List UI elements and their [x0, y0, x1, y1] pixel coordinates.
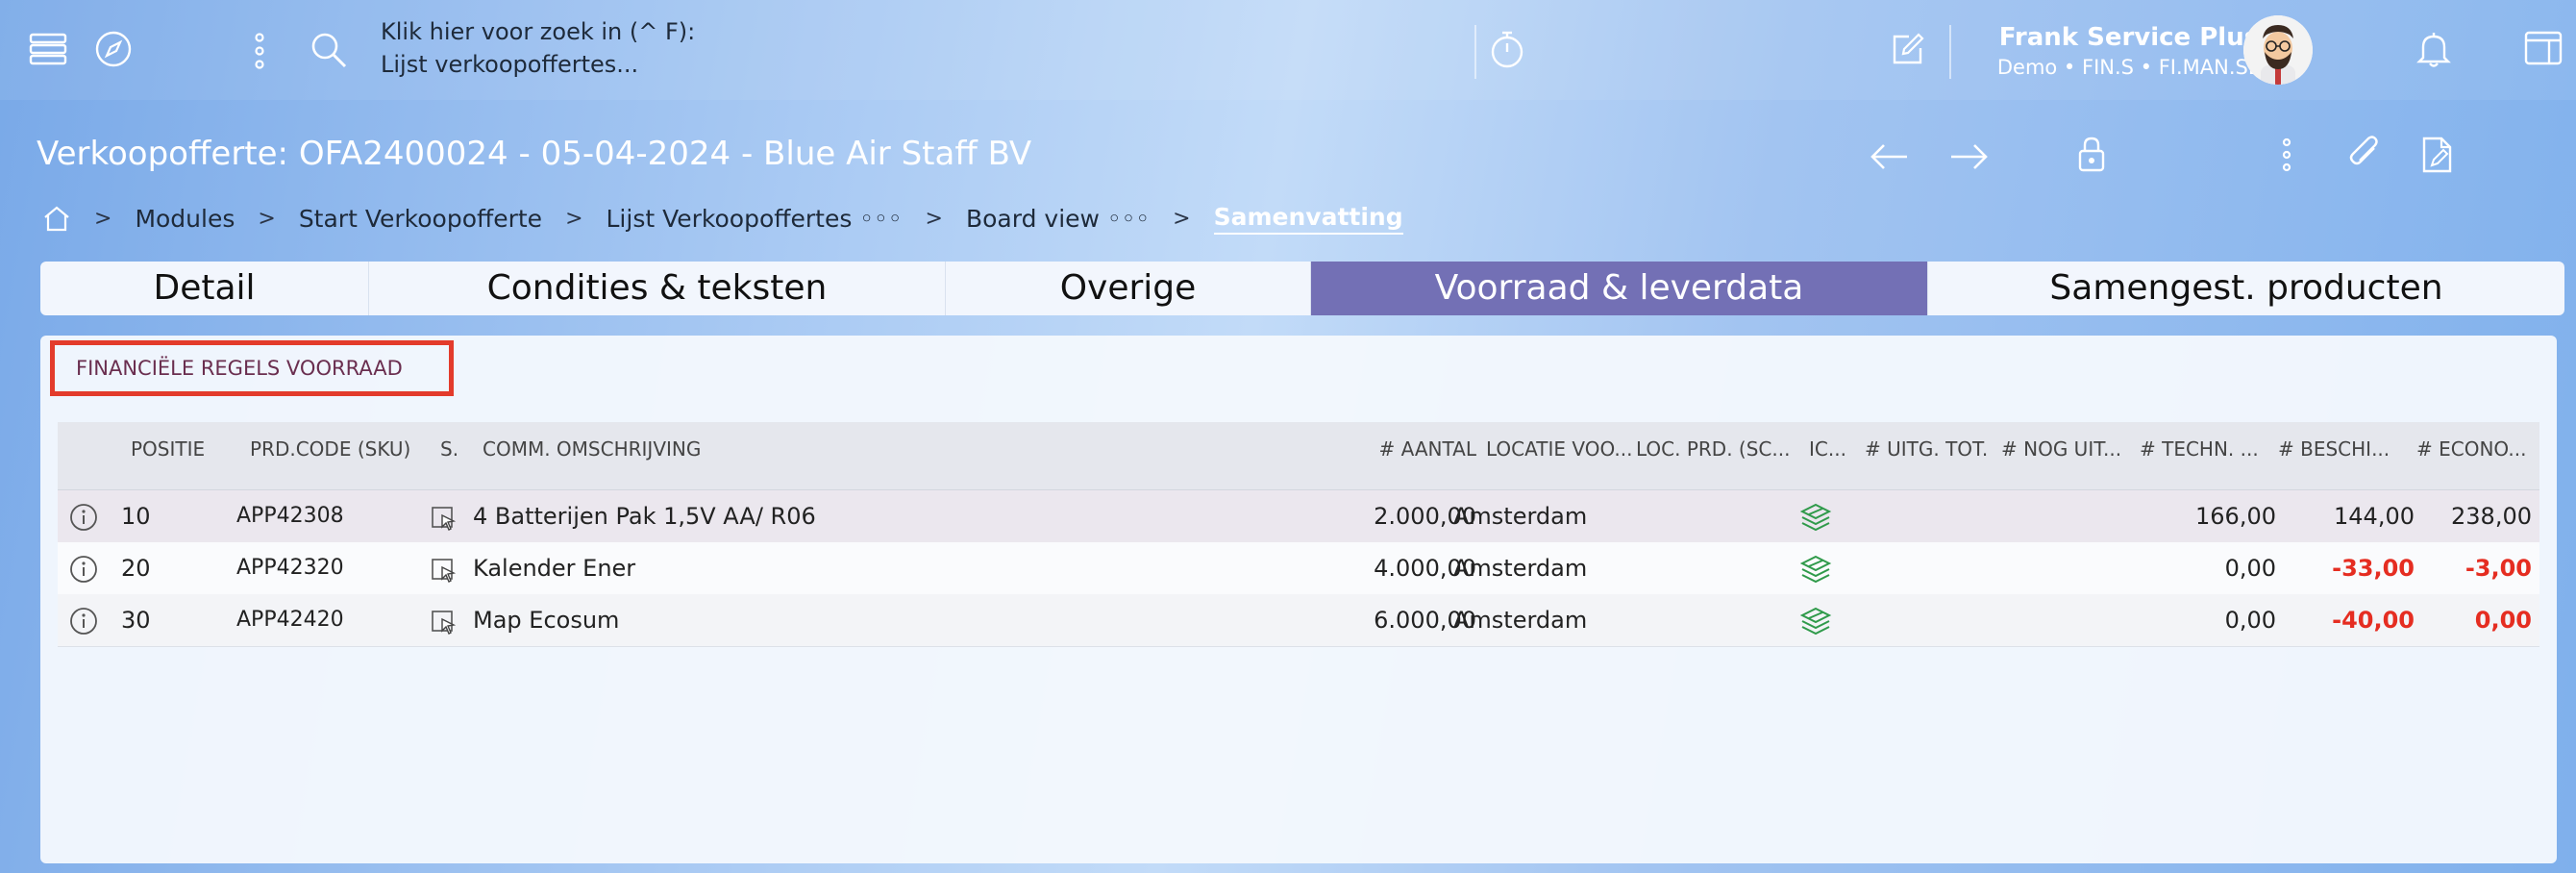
- info-icon[interactable]: [69, 503, 98, 532]
- breadcrumb-start-verkoopofferte[interactable]: Start Verkoopofferte: [299, 205, 542, 233]
- breadcrumb: > Modules > Start Verkoopofferte > Lijst…: [42, 199, 1403, 237]
- breadcrumb-separator: >: [94, 206, 112, 231]
- cell-locatie: Amsterdam: [1453, 555, 1588, 582]
- breadcrumb-samenvatting[interactable]: Samenvatting: [1213, 203, 1403, 235]
- cell-econo: 0,00: [2474, 607, 2532, 634]
- col-loc-prd[interactable]: LOC. PRD. (SC...: [1636, 437, 1790, 461]
- tab-bar: Detail Condities & teksten Overige Voorr…: [40, 262, 2564, 315]
- cell-econo: 238,00: [2451, 503, 2532, 530]
- table-row[interactable]: 10 APP42308 4 Batterijen Pak 1,5V AA/ R0…: [58, 490, 2539, 543]
- cell-positie: 10: [121, 503, 151, 530]
- more-vertical-icon[interactable]: [252, 32, 267, 70]
- col-techn[interactable]: # TECHN. ...: [2140, 437, 2259, 461]
- search-box[interactable]: Klik hier voor zoek in (^ F): Lijst verk…: [381, 15, 695, 81]
- breadcrumb-lijst-verkoopoffertes[interactable]: Lijst Verkoopoffertes ◦◦◦: [607, 205, 903, 233]
- stock-layers-icon[interactable]: [1799, 502, 1832, 535]
- cell-techn: 166,00: [2195, 503, 2276, 530]
- paperclip-icon[interactable]: [2345, 135, 2384, 173]
- top-bar: Klik hier voor zoek in (^ F): Lijst verk…: [0, 0, 2576, 100]
- col-omschrijving[interactable]: COMM. OMSCHRIJVING: [483, 437, 701, 461]
- select-product-icon[interactable]: [431, 610, 456, 635]
- compass-icon[interactable]: [94, 30, 133, 68]
- cell-econo: -3,00: [2465, 555, 2532, 582]
- arrow-right-icon[interactable]: [1949, 142, 1990, 171]
- col-locatie[interactable]: LOCATIE VOO...: [1486, 437, 1632, 461]
- breadcrumb-separator: >: [258, 206, 276, 231]
- tab-voorraad-leverdata[interactable]: Voorraad & leverdata: [1311, 262, 1928, 315]
- lock-icon[interactable]: [2076, 135, 2107, 173]
- tab-condities-teksten[interactable]: Condities & teksten: [369, 262, 946, 315]
- section-highlight: FINANCIËLE REGELS VOORRAAD: [50, 340, 454, 396]
- table-header: POSITIE PRD.CODE (SKU) S. COMM. OMSCHRIJ…: [58, 422, 2539, 490]
- col-nog-uit[interactable]: # NOG UIT...: [2001, 437, 2121, 461]
- col-positie[interactable]: POSITIE: [131, 437, 205, 461]
- cell-positie: 20: [121, 555, 151, 582]
- page-title: Verkoopofferte: OFA2400024 - 05-04-2024 …: [37, 135, 1032, 173]
- select-product-icon[interactable]: [431, 558, 456, 583]
- more-vertical-icon[interactable]: [2280, 137, 2293, 173]
- home-icon[interactable]: [42, 205, 71, 232]
- cell-aantal: 2.000,00: [1374, 503, 1476, 530]
- divider: [1474, 25, 1476, 79]
- col-prd-code[interactable]: PRD.CODE (SKU): [250, 437, 410, 461]
- cell-beschi: 144,00: [2334, 503, 2415, 530]
- stock-layers-icon[interactable]: [1799, 606, 1832, 638]
- cell-beschi: -40,00: [2332, 607, 2415, 634]
- cell-sku: APP42320: [236, 556, 344, 580]
- col-aantal[interactable]: # AANTAL: [1307, 437, 1476, 461]
- menu-icon[interactable]: [29, 33, 67, 65]
- breadcrumb-separator: >: [1173, 206, 1191, 231]
- stopwatch-icon[interactable]: [1488, 29, 1526, 69]
- col-uitg-tot[interactable]: # UITG. TOT.: [1865, 437, 1988, 461]
- arrow-left-icon[interactable]: [1869, 142, 1909, 171]
- cell-sku: APP42308: [236, 504, 344, 528]
- cell-omschrijving: Map Ecosum: [473, 607, 620, 634]
- tab-overige[interactable]: Overige: [946, 262, 1311, 315]
- content-panel: FINANCIËLE REGELS VOORRAAD POSITIE PRD.C…: [40, 336, 2557, 863]
- cell-locatie: Amsterdam: [1453, 607, 1588, 634]
- cell-aantal: 6.000,00: [1374, 607, 1476, 634]
- search-icon[interactable]: [310, 31, 348, 69]
- breadcrumb-board-view[interactable]: Board view ◦◦◦: [966, 205, 1150, 233]
- breadcrumb-separator: >: [565, 206, 583, 231]
- section-title: FINANCIËLE REGELS VOORRAAD: [76, 357, 403, 380]
- table-row[interactable]: 30 APP42420 Map Ecosum 6.000,00 Amsterda…: [58, 594, 2539, 647]
- tab-samengest-producten[interactable]: Samengest. producten: [1928, 262, 2564, 315]
- edit-icon[interactable]: [1890, 31, 1926, 67]
- cell-techn: 0,00: [2224, 607, 2276, 634]
- document-icon[interactable]: [2418, 135, 2455, 175]
- cell-positie: 30: [121, 607, 151, 634]
- search-context: Lijst verkoopoffertes...: [381, 51, 639, 78]
- cell-aantal: 4.000,00: [1374, 555, 1476, 582]
- sidebar-panel-icon[interactable]: [2524, 31, 2563, 65]
- select-product-icon[interactable]: [431, 506, 456, 531]
- col-econo[interactable]: # ECONO...: [2416, 437, 2526, 461]
- info-icon[interactable]: [69, 555, 98, 584]
- search-prompt: Klik hier voor zoek in (^ F):: [381, 18, 696, 45]
- cell-beschi: -33,00: [2332, 555, 2415, 582]
- stock-layers-icon[interactable]: [1799, 554, 1832, 586]
- cell-omschrijving: 4 Batterijen Pak 1,5V AA/ R06: [473, 503, 816, 530]
- col-ic[interactable]: IC...: [1809, 437, 1846, 461]
- breadcrumb-modules[interactable]: Modules: [135, 205, 235, 233]
- cell-sku: APP42420: [236, 608, 344, 632]
- table-row[interactable]: 20 APP42320 Kalender Ener 4.000,00 Amste…: [58, 542, 2539, 595]
- info-icon[interactable]: [69, 607, 98, 636]
- cell-locatie: Amsterdam: [1453, 503, 1588, 530]
- avatar[interactable]: [2243, 15, 2313, 85]
- breadcrumb-separator: >: [925, 206, 943, 231]
- cell-omschrijving: Kalender Ener: [473, 555, 636, 582]
- col-s[interactable]: S.: [440, 437, 458, 461]
- bell-icon[interactable]: [2415, 29, 2453, 69]
- cell-techn: 0,00: [2224, 555, 2276, 582]
- tab-detail[interactable]: Detail: [40, 262, 369, 315]
- col-beschi[interactable]: # BESCHI...: [2278, 437, 2390, 461]
